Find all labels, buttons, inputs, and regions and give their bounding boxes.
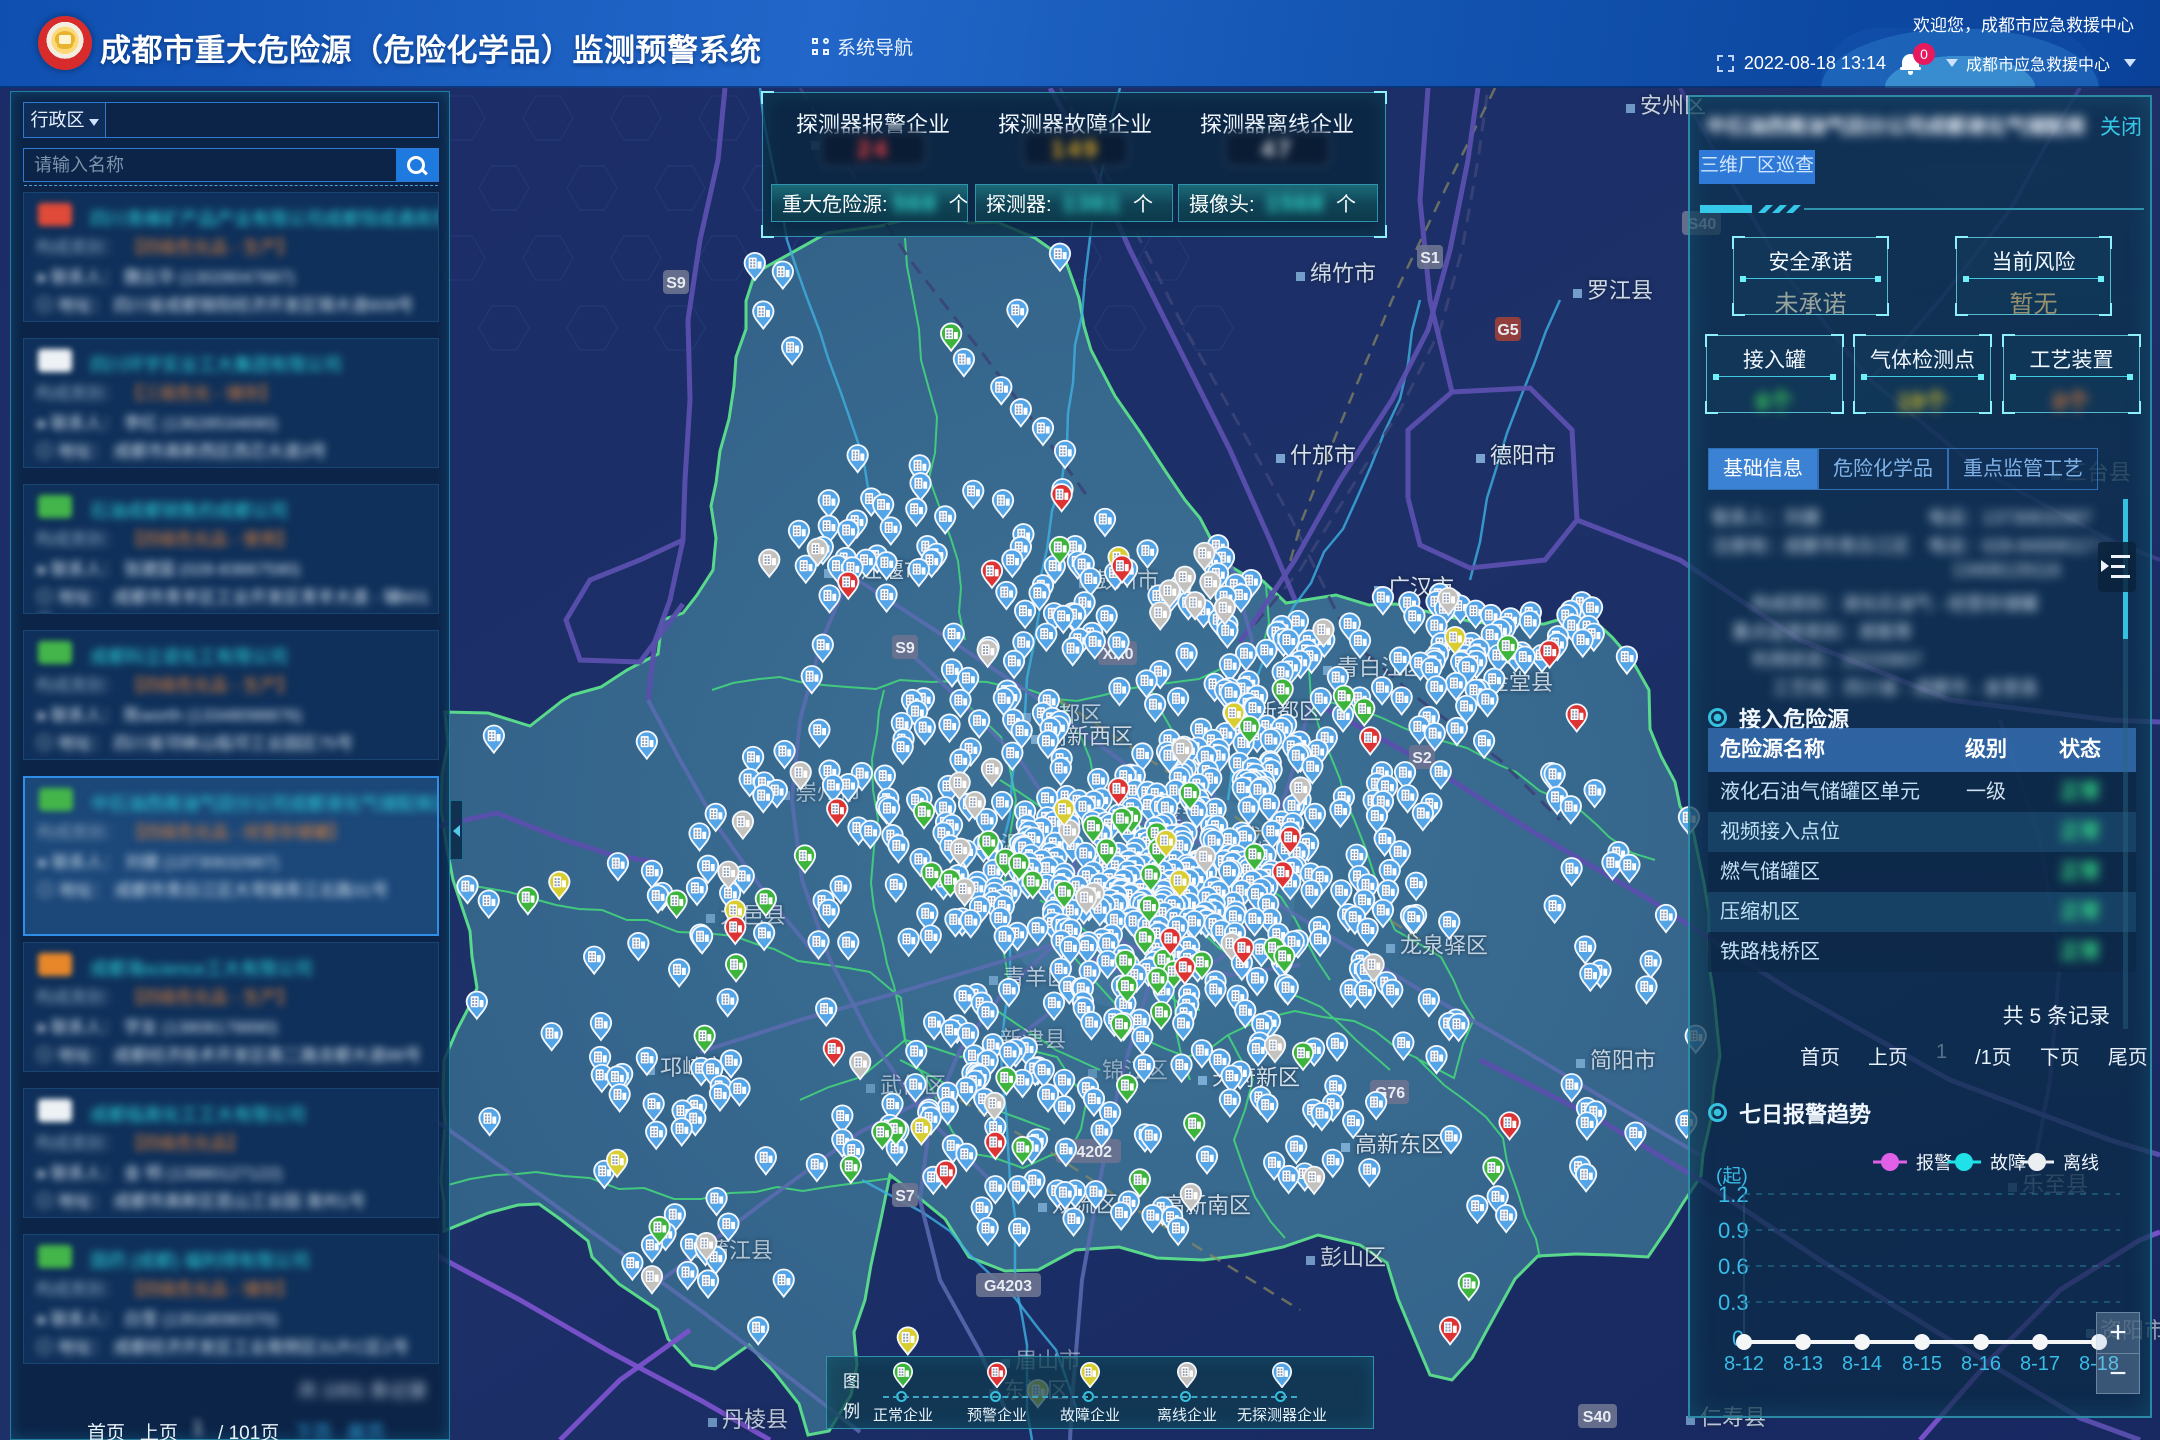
svg-text:高新东区: 高新东区: [1355, 1132, 1443, 1157]
svg-text:龙泉驿区: 龙泉驿区: [1400, 933, 1488, 958]
svg-text:S9: S9: [895, 640, 915, 657]
svg-text:德阳市: 德阳市: [1490, 443, 1556, 468]
svg-text:G4203: G4203: [984, 1278, 1032, 1295]
svg-text:彭山区: 彭山区: [1320, 1245, 1386, 1270]
svg-text:罗江县: 罗江县: [1587, 278, 1653, 303]
svg-text:G5: G5: [1497, 322, 1518, 339]
svg-text:8-15: 8-15: [1902, 1353, 1942, 1375]
svg-text:S1: S1: [1420, 250, 1440, 267]
svg-text:S40: S40: [1583, 1409, 1612, 1426]
svg-text:报警: 报警: [1916, 1153, 1952, 1173]
svg-text:8-13: 8-13: [1783, 1353, 1823, 1375]
svg-text:8-17: 8-17: [2020, 1353, 2060, 1375]
svg-text:绵竹市: 绵竹市: [1310, 261, 1376, 286]
svg-text:S7: S7: [895, 1188, 915, 1205]
svg-text:什邡市: 什邡市: [1290, 443, 1356, 468]
svg-text:S9: S9: [666, 275, 686, 292]
svg-text:离线: 离线: [2063, 1153, 2099, 1173]
svg-text:S2: S2: [1412, 750, 1432, 767]
svg-text:8-14: 8-14: [1842, 1353, 1882, 1375]
svg-text:丹棱县: 丹棱县: [722, 1407, 788, 1432]
svg-text:简阳市: 简阳市: [1590, 1048, 1656, 1073]
svg-text:8-12: 8-12: [1724, 1353, 1764, 1375]
svg-text:8-16: 8-16: [1961, 1353, 2001, 1375]
